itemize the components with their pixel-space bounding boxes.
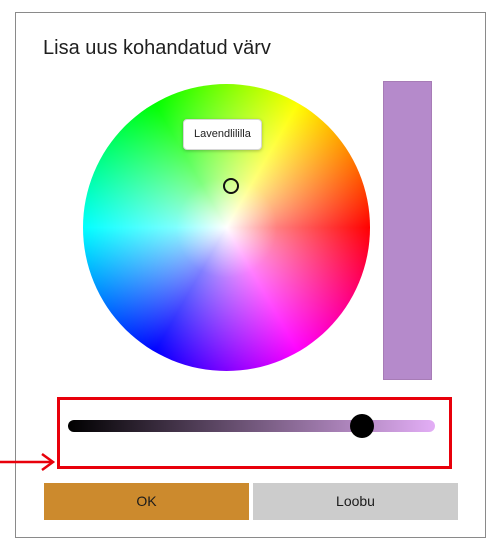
screenshot-stage: Lisa uus kohandatud värv Lavendlililla O… (0, 0, 489, 541)
cancel-button[interactable]: Loobu (253, 483, 458, 520)
slider-highlight-box (57, 397, 452, 469)
dialog-title: Lisa uus kohandatud värv (43, 37, 271, 59)
color-preview-swatch (383, 81, 432, 380)
brightness-slider-thumb[interactable] (349, 414, 374, 438)
ok-button[interactable]: OK (44, 483, 249, 520)
brightness-slider-track[interactable] (68, 420, 435, 432)
color-picker-handle[interactable] (223, 178, 239, 194)
color-name-tooltip: Lavendlililla (183, 119, 262, 150)
annotation-arrow-icon (0, 452, 56, 472)
custom-color-dialog: Lisa uus kohandatud värv Lavendlililla O… (15, 12, 486, 538)
